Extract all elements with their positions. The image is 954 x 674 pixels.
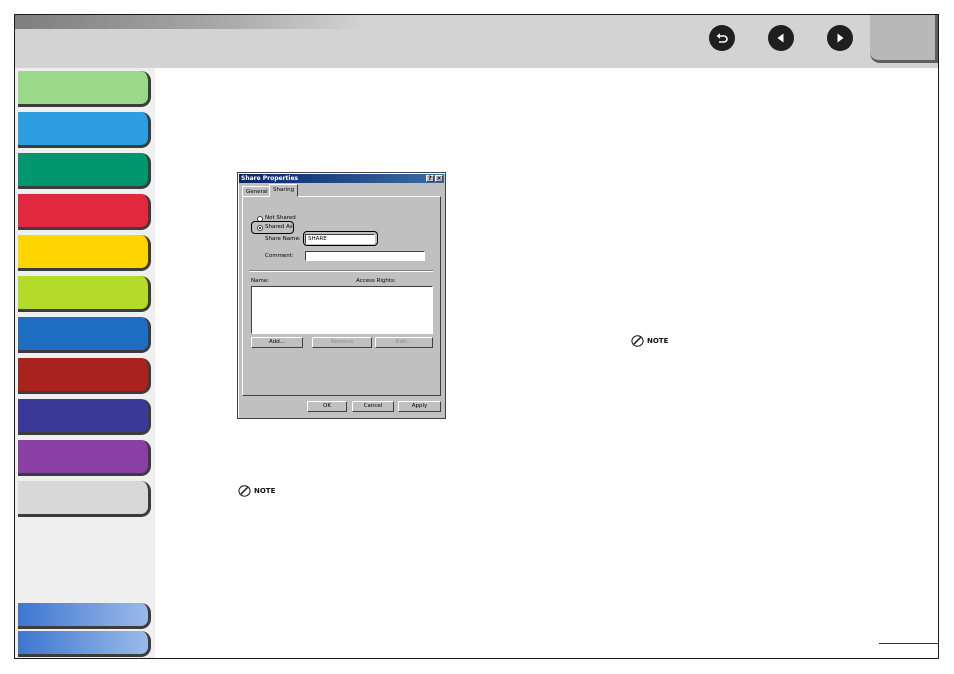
help-title-button[interactable]: ? xyxy=(426,175,434,182)
sidebar-tab-2[interactable] xyxy=(18,112,151,148)
separator xyxy=(249,270,433,272)
previous-page-icon xyxy=(777,33,784,43)
page-frame: Share Properties ? × General Sharing Not… xyxy=(14,14,939,659)
sidebar-tab-6[interactable] xyxy=(18,276,151,312)
sidebar-tab-7[interactable] xyxy=(18,317,151,353)
share-name-highlight xyxy=(303,231,378,246)
pencil-icon xyxy=(631,335,644,347)
edit-button[interactable]: Edit... xyxy=(375,337,433,348)
sidebar-tab-4[interactable] xyxy=(18,194,151,230)
next-page-icon xyxy=(837,33,844,43)
top-bar-accent xyxy=(15,15,365,29)
shared-as-highlight xyxy=(251,221,294,234)
previous-page-button[interactable] xyxy=(768,25,794,51)
back-button[interactable] xyxy=(709,25,735,51)
ok-button[interactable]: OK xyxy=(307,401,347,412)
sidebar-tab-1[interactable] xyxy=(18,71,151,107)
close-title-button[interactable]: × xyxy=(435,175,443,182)
page-number-rule xyxy=(879,643,938,644)
sidebar-bottom-tab-2[interactable] xyxy=(18,631,151,657)
cancel-button[interactable]: Cancel xyxy=(352,401,394,412)
share-name-label: Share Name: xyxy=(265,236,301,242)
sidebar-tab-8[interactable] xyxy=(18,358,151,394)
comment-label: Comment: xyxy=(265,253,294,259)
note-right-label: NOTE xyxy=(647,337,669,345)
back-icon xyxy=(716,33,728,43)
access-rights-column-label: Access Rights: xyxy=(356,278,396,284)
remove-button[interactable]: Remove xyxy=(312,337,372,348)
sidebar-tab-3[interactable] xyxy=(18,153,151,189)
sidebar-tab-5[interactable] xyxy=(18,235,151,271)
pencil-icon xyxy=(238,485,251,497)
next-page-button[interactable] xyxy=(827,25,853,51)
dialog-title: Share Properties xyxy=(241,175,299,182)
sidebar-tab-9[interactable] xyxy=(18,399,151,435)
comment-field[interactable] xyxy=(305,251,425,261)
sidebar-tab-11[interactable] xyxy=(18,481,151,517)
dialog-title-bar: Share Properties ? × xyxy=(239,174,444,183)
permissions-list[interactable] xyxy=(251,286,433,334)
top-right-tab[interactable] xyxy=(870,15,938,63)
note-right: NOTE xyxy=(631,335,668,347)
sidebar-bottom-tab-1[interactable] xyxy=(18,603,151,629)
share-properties-dialog: Share Properties ? × General Sharing Not… xyxy=(237,172,446,419)
sidebar-tab-10[interactable] xyxy=(18,440,151,476)
top-bar xyxy=(15,15,938,68)
sidebar xyxy=(15,68,155,658)
note-left: NOTE xyxy=(238,485,275,497)
add-button[interactable]: Add... xyxy=(251,337,303,348)
name-column-label: Name: xyxy=(251,278,270,284)
sharing-panel: Not Shared Shared As: Share Name: SHARE … xyxy=(242,196,441,396)
note-left-label: NOTE xyxy=(254,487,276,495)
tab-sharing[interactable]: Sharing xyxy=(269,184,299,197)
apply-button[interactable]: Apply xyxy=(398,401,441,412)
